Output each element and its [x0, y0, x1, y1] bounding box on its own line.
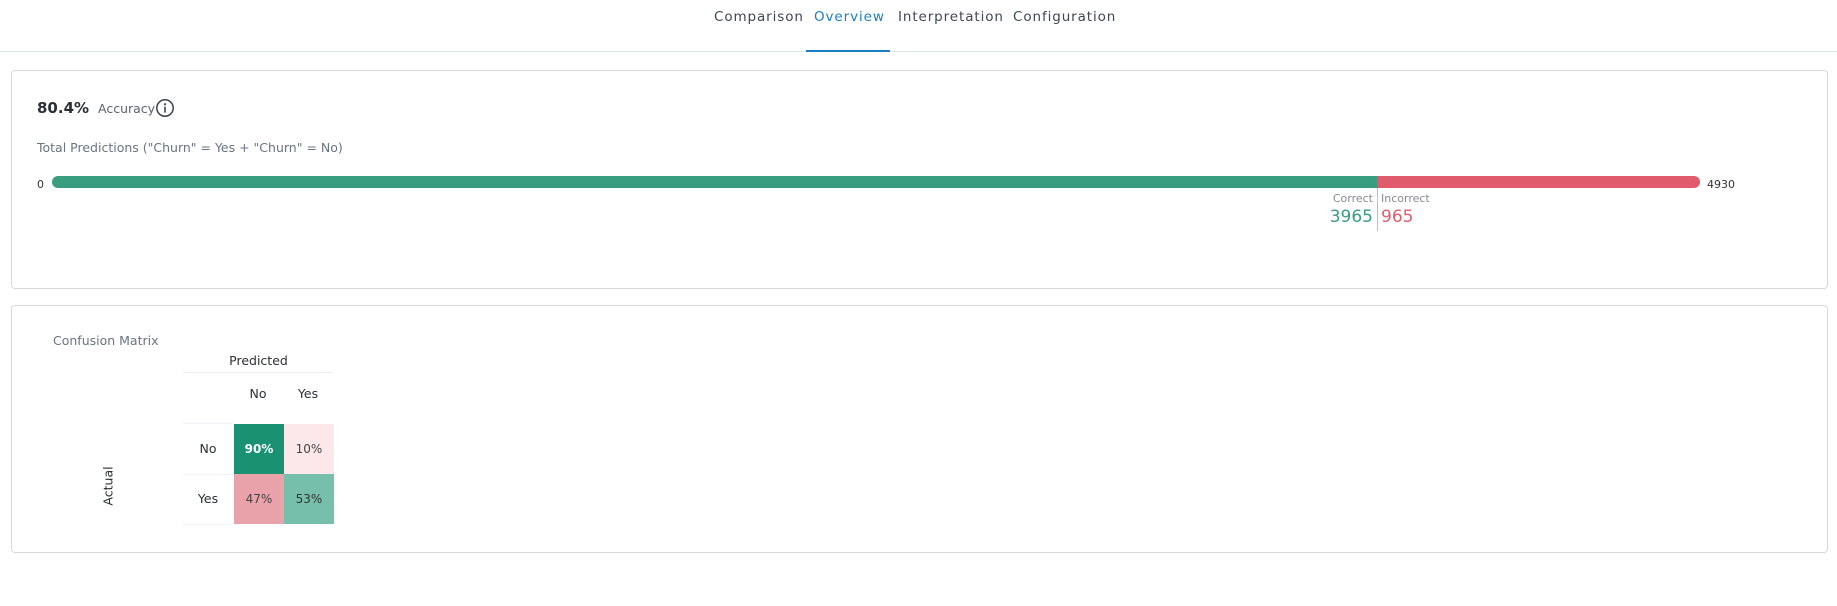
matrix-cell-no-yes[interactable]: 10% — [284, 424, 334, 474]
matrix-corner — [183, 372, 233, 424]
correct-value: 3965 — [1329, 207, 1373, 227]
tab-bar: Comparison Overview Interpretation Confi… — [0, 0, 1837, 52]
info-icon[interactable] — [155, 98, 175, 118]
tab-interpretation[interactable]: Interpretation — [898, 9, 1004, 25]
total-predictions-label: Total Predictions ("Churn" = Yes + "Chur… — [37, 140, 343, 155]
actual-axis-label: Actual — [100, 466, 116, 506]
bar-axis-max: 4930 — [1707, 178, 1735, 191]
tab-comparison[interactable]: Comparison — [714, 9, 804, 25]
bar-incorrect-segment[interactable] — [1377, 176, 1700, 188]
split-divider — [1377, 188, 1378, 231]
predicted-axis-label: Predicted — [183, 349, 334, 373]
incorrect-value: 965 — [1381, 207, 1414, 227]
matrix-cell-yes-yes[interactable]: 53% — [284, 474, 334, 524]
confusion-matrix-title: Confusion Matrix — [53, 333, 159, 348]
accuracy-label: Accuracy — [98, 101, 156, 116]
active-tab-indicator — [806, 50, 890, 52]
column-header-no: No — [249, 386, 267, 401]
incorrect-label: Incorrect — [1381, 192, 1430, 205]
correct-label: Correct — [1332, 192, 1373, 205]
row-header-yes: Yes — [183, 474, 233, 525]
tab-overview[interactable]: Overview — [814, 9, 885, 25]
tab-configuration[interactable]: Configuration — [1013, 9, 1116, 25]
confusion-matrix-card: Confusion Matrix Predicted Actual No Yes… — [11, 305, 1828, 553]
predictions-bar — [52, 176, 1700, 188]
matrix-cell-yes-no[interactable]: 47% — [234, 474, 284, 524]
accuracy-card: 80.4% Accuracy Total Predictions ("Churn… — [11, 70, 1828, 289]
matrix-cell-no-no[interactable]: 90% — [234, 424, 284, 474]
row-header-no: No — [183, 424, 233, 475]
bar-correct-segment[interactable] — [52, 176, 1378, 188]
bar-axis-min: 0 — [37, 178, 44, 191]
column-header-yes: Yes — [297, 386, 319, 401]
accuracy-value: 80.4% — [37, 99, 90, 117]
